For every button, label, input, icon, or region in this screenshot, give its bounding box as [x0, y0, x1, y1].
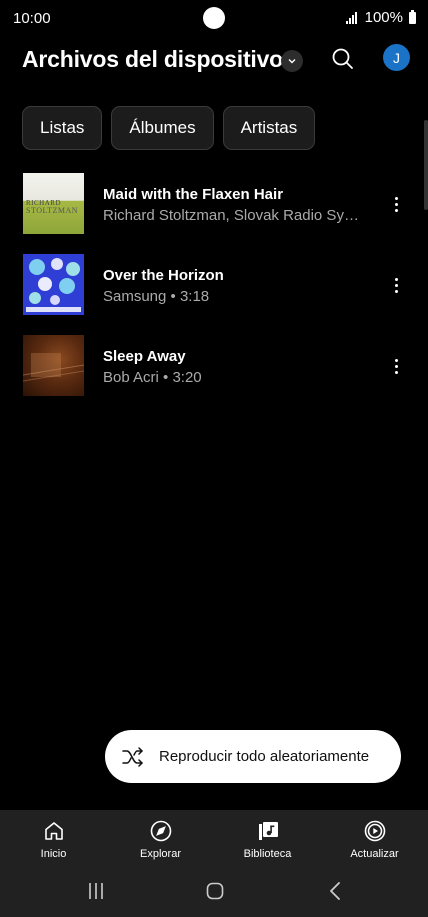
system-nav [0, 866, 428, 917]
nav-label: Explorar [140, 848, 181, 860]
chip-listas[interactable]: Listas [22, 106, 103, 150]
screen: 10:00 100% Archivos del dispositivo J Li… [0, 0, 428, 917]
home-button-icon[interactable] [206, 882, 224, 900]
album-cover [23, 254, 84, 315]
song-title: Sleep Away [103, 348, 186, 365]
nav-label: Actualizar [350, 848, 399, 860]
song-row[interactable]: RICHARD STOLTZMAN Maid with the Flaxen H… [0, 172, 428, 253]
song-title: Maid with the Flaxen Hair [103, 186, 284, 203]
shuffle-all-button[interactable]: Reproducir todo aleatoriamente [105, 730, 401, 783]
status-bar: 10:00 100% [0, 0, 428, 38]
chip-artistas[interactable]: Artistas [222, 106, 316, 150]
page-title: Archivos del dispositivo [22, 46, 284, 72]
more-options-icon[interactable] [386, 273, 406, 297]
cover-text: STOLTZMAN [26, 206, 79, 215]
home-icon [44, 822, 63, 840]
album-cover: RICHARD STOLTZMAN [23, 173, 84, 234]
play-circle-icon [364, 820, 385, 842]
search-icon[interactable] [330, 46, 356, 72]
nav-item-inicio[interactable]: Inicio [0, 810, 107, 866]
song-title: Over the Horizon [103, 267, 224, 284]
song-subtitle: Richard Stoltzman, Slovak Radio Symphony… [103, 207, 369, 224]
library-icon [258, 822, 278, 840]
status-indicators: 100% [345, 9, 416, 26]
recents-icon[interactable] [86, 882, 106, 900]
status-time: 10:00 [13, 10, 51, 27]
album-cover [23, 335, 84, 396]
nav-item-actualizar[interactable]: Actualizar [321, 810, 428, 866]
chevron-down-icon[interactable] [281, 50, 303, 72]
battery-icon [409, 9, 416, 24]
header: Archivos del dispositivo J [0, 42, 428, 82]
shuffle-label: Reproducir todo aleatoriamente [159, 748, 370, 765]
song-list: RICHARD STOLTZMAN Maid with the Flaxen H… [0, 172, 428, 415]
scrollbar[interactable] [424, 120, 428, 210]
more-options-icon[interactable] [386, 354, 406, 378]
nav-label: Inicio [40, 848, 67, 860]
song-subtitle: Bob Acri • 3:20 [103, 369, 202, 386]
compass-icon [150, 820, 171, 842]
nav-label: Biblioteca [243, 848, 292, 860]
nav-item-explorar[interactable]: Explorar [107, 810, 214, 866]
nav-item-biblioteca[interactable]: Biblioteca [214, 810, 321, 866]
battery-percentage: 100% [364, 9, 403, 26]
filter-chips: Listas Álbumes Artistas [22, 106, 316, 150]
shuffle-icon [121, 745, 145, 769]
bottom-nav: Inicio Explorar Biblioteca Actualizar [0, 810, 428, 866]
song-subtitle: Samsung • 3:18 [103, 288, 210, 305]
more-options-icon[interactable] [386, 192, 406, 216]
back-icon[interactable] [328, 881, 342, 901]
song-row[interactable]: Sleep Away Bob Acri • 3:20 [0, 334, 428, 415]
song-row[interactable]: Over the Horizon Samsung • 3:18 [0, 253, 428, 334]
signal-icon [345, 11, 357, 24]
camera-cutout [203, 7, 225, 29]
avatar[interactable]: J [383, 44, 410, 71]
chip-albumes[interactable]: Álbumes [111, 106, 214, 150]
